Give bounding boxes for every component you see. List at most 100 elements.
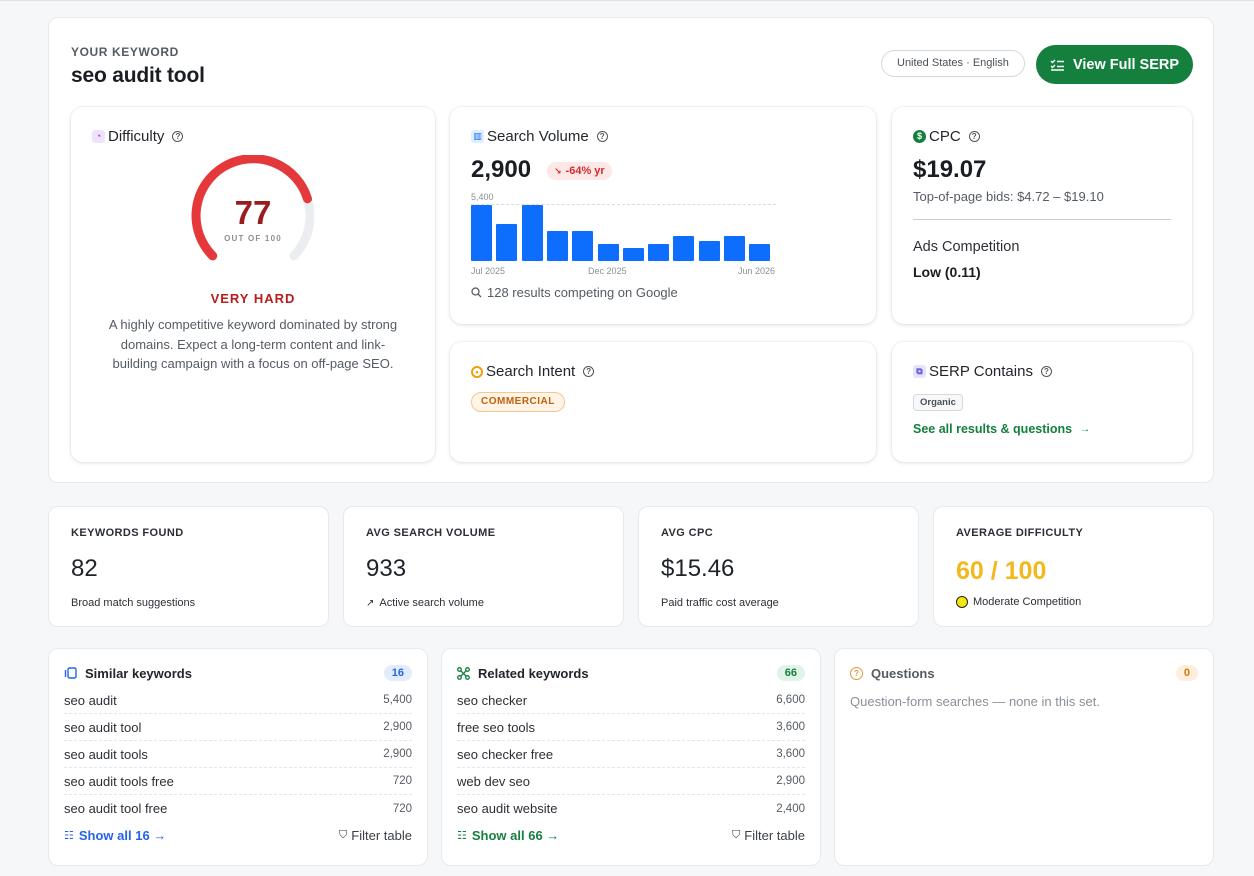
related-keywords-title-text: Related keywords	[478, 665, 589, 681]
trending-up-icon: ↗	[366, 597, 375, 609]
stat-note-text: Paid traffic cost average	[661, 597, 779, 609]
difficulty-title: ◔ Difficulty ?	[92, 128, 184, 145]
list-item[interactable]: seo audit tools 2,900	[64, 741, 412, 768]
volume-bar[interactable]	[698, 241, 720, 261]
difficulty-description: A highly competitive keyword dominated b…	[108, 317, 398, 371]
difficulty-level: VERY HARD	[210, 291, 296, 306]
show-all-related-text: Show all 66 →	[471, 828, 560, 843]
volume-bar[interactable]	[471, 205, 492, 261]
volume-bar[interactable]	[648, 244, 670, 261]
stat-value: 82	[71, 555, 98, 582]
stat-note: Moderate Competition	[956, 596, 1191, 608]
volume-bar[interactable]	[521, 205, 543, 261]
network-icon	[457, 666, 470, 680]
filter-table-button[interactable]: ⛉ Filter table	[732, 828, 805, 843]
list-item[interactable]: seo audit tool 2,900	[64, 714, 412, 741]
intent-badge: COMMERCIAL	[471, 392, 565, 412]
difficulty-out-of: OUT OF 100	[224, 234, 282, 243]
questions-title-text: Questions	[871, 665, 935, 681]
see-all-results-text: See all results & questions	[913, 422, 1073, 436]
list-item[interactable]: seo audit tool free 720	[64, 795, 412, 822]
filter-table-button[interactable]: ⛉ Filter table	[339, 828, 412, 843]
search-volume-title: ▥ Search Volume ?	[471, 128, 608, 145]
show-all-related-link[interactable]: ☷ Show all 66 →	[457, 828, 559, 843]
volume-bar[interactable]	[496, 223, 518, 261]
related-keywords-panel: Related keywords 66 seo checker 6,600 fre…	[441, 648, 821, 866]
stat-note: Broad match suggestions	[71, 597, 306, 609]
cpc-card: $ CPC ? $19.07 Top-of-page bids: $4.72 –…	[892, 107, 1192, 324]
keyword-volume: 2,400	[776, 802, 805, 815]
volume-bar[interactable]	[572, 230, 594, 261]
help-icon[interactable]: ?	[968, 131, 980, 142]
volume-bar[interactable]	[622, 247, 644, 261]
keyword-volume: 2,900	[383, 748, 412, 760]
arrow-right-icon: →	[1080, 423, 1091, 435]
list-item[interactable]: free seo tools 3,600	[457, 714, 805, 741]
keyword-volume: 5,400	[383, 694, 412, 706]
bar-chart-icon: ▥	[471, 130, 484, 143]
related-count-badge: 66	[776, 665, 805, 681]
keyword-text: seo audit website	[457, 801, 558, 816]
serp-contains-card: ⧉ SERP Contains ? Organic See all result…	[892, 342, 1192, 462]
list-item[interactable]: seo audit 5,400	[64, 687, 412, 714]
volume-bar[interactable]	[724, 236, 745, 261]
stat-keywords-found: KEYWORDS FOUND 82 Broad match suggestion…	[48, 506, 329, 627]
stat-caption: KEYWORDS FOUND	[71, 527, 184, 539]
stat-note-text: Active search volume	[379, 597, 484, 609]
ads-competition-label: Ads Competition	[913, 239, 1020, 255]
status-dot-icon	[956, 596, 968, 608]
difficulty-score: 77	[234, 194, 272, 231]
stat-value: 60 / 100	[956, 557, 1047, 585]
cpc-value: $19.07	[913, 156, 987, 183]
locale-chip[interactable]: United States · English	[881, 50, 1025, 77]
similar-keywords-title-text: Similar keywords	[85, 665, 192, 681]
filter-table-text: Filter table	[744, 828, 805, 843]
help-icon[interactable]: ?	[583, 366, 595, 377]
stat-caption: AVG CPC	[661, 527, 714, 539]
filter-icon: ⛉	[732, 829, 741, 841]
cpc-title-text: CPC	[929, 128, 961, 145]
list-item[interactable]: web dev seo 2,900	[457, 768, 805, 795]
related-keywords-footer: ☷ Show all 66 → ⛉ Filter table	[457, 828, 805, 843]
keyword-text: seo checker	[457, 692, 528, 708]
search-volume-title-text: Search Volume	[487, 128, 589, 145]
help-icon[interactable]: ?	[1040, 366, 1052, 377]
keyword-text: free seo tools	[457, 719, 536, 735]
filter-table-text: Filter table	[351, 828, 412, 843]
show-all-similar-link[interactable]: ☷ Show all 16 →	[64, 828, 166, 843]
keyword-text: seo audit	[64, 692, 117, 708]
list-icon: ☷	[457, 830, 467, 842]
stat-value: 933	[366, 555, 407, 582]
help-icon[interactable]: ?	[172, 131, 184, 142]
stat-note-text: Moderate Competition	[973, 596, 1082, 608]
keyword-volume: 2,900	[776, 775, 805, 787]
stat-note: Paid traffic cost average	[661, 597, 896, 609]
list-item[interactable]: seo checker free 3,600	[457, 741, 805, 768]
volume-bar[interactable]	[673, 236, 695, 261]
volume-bar[interactable]	[546, 230, 568, 261]
questions-empty-text: Question-form searches — none in this se…	[850, 694, 1101, 709]
list-item[interactable]: seo audit tools free 720	[64, 768, 412, 795]
similar-keywords-panel: Similar keywords 16 seo audit 5,400 seo a…	[48, 648, 428, 866]
similar-keywords-header: Similar keywords 16	[64, 661, 412, 685]
eyebrow-label: YOUR KEYWORD	[71, 45, 179, 59]
stat-avg-search-volume: AVG SEARCH VOLUME 933 ↗ Active search vol…	[343, 506, 624, 627]
search-icon	[471, 287, 482, 298]
volume-bar[interactable]	[597, 244, 619, 261]
keyword-title: seo audit tool	[71, 64, 205, 87]
help-icon[interactable]: ?	[596, 131, 608, 142]
see-all-results-link[interactable]: See all results & questions →	[913, 422, 1090, 436]
list-item[interactable]: seo checker 6,600	[457, 687, 805, 714]
similar-keywords-footer: ☷ Show all 16 → ⛉ Filter table	[64, 828, 412, 843]
related-keywords-list: seo checker 6,600 free seo tools 3,600 seo…	[457, 687, 805, 822]
view-full-serp-button[interactable]: View Full SERP	[1036, 45, 1193, 84]
filter-icon: ⛉	[339, 829, 348, 841]
trend-text: -64% yr	[565, 165, 605, 177]
keyword-volume: 2,900	[383, 721, 412, 733]
list-item[interactable]: seo audit website 2,400	[457, 795, 805, 822]
serp-tag-organic: Organic	[913, 394, 963, 411]
keyword-volume: 6,600	[776, 694, 805, 706]
stat-note-text: Broad match suggestions	[71, 597, 196, 609]
keyword-text: seo checker free	[457, 746, 554, 762]
volume-bar[interactable]	[749, 244, 771, 261]
